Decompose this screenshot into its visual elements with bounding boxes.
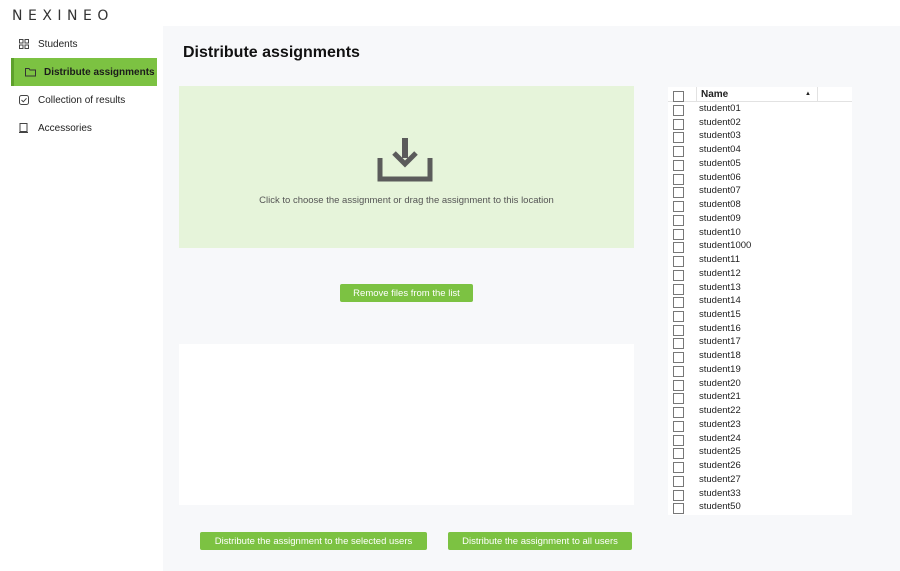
student-name: student27: [699, 473, 741, 485]
students-table: Name ▲ student01 student02 student03 studen…: [668, 87, 852, 515]
student-name: student26: [699, 460, 741, 472]
sidebar-item-label: Accessories: [38, 122, 92, 134]
student-name: student09: [699, 212, 741, 224]
student-name: student21: [699, 391, 741, 403]
student-name: student18: [699, 350, 741, 362]
table-row[interactable]: student10: [668, 226, 852, 240]
table-row[interactable]: student33: [668, 487, 852, 501]
sidebar-item-accessories[interactable]: Accessories: [0, 114, 163, 142]
table-row[interactable]: student50: [668, 500, 852, 515]
sidebar-item-label: Collection of results: [38, 94, 126, 106]
sidebar: NEXINEO Students Distribute assignments …: [0, 0, 163, 571]
assignment-dropzone[interactable]: Click to choose the assignment or drag t…: [179, 86, 634, 248]
table-row[interactable]: student17: [668, 335, 852, 350]
table-row[interactable]: student11: [668, 253, 852, 268]
distribute-all-button[interactable]: Distribute the assignment to all users: [448, 532, 632, 550]
sidebar-item-students[interactable]: Students: [0, 30, 163, 58]
table-row[interactable]: student08: [668, 198, 852, 213]
name-column-header[interactable]: Name ▲: [696, 87, 818, 102]
sidebar-item-label: Students: [38, 38, 78, 50]
table-row[interactable]: student19: [668, 363, 852, 377]
table-row[interactable]: student12: [668, 267, 852, 281]
student-name: student02: [699, 116, 741, 128]
grid-icon: [18, 38, 30, 50]
column-label: Name: [701, 89, 729, 100]
table-row[interactable]: student02: [668, 116, 852, 130]
student-name: student08: [699, 199, 741, 211]
table-row[interactable]: student23: [668, 418, 852, 432]
student-name: student16: [699, 322, 741, 334]
table-row[interactable]: student1000: [668, 239, 852, 254]
student-name: student22: [699, 405, 741, 417]
table-row[interactable]: student25: [668, 445, 852, 460]
table-row[interactable]: student13: [668, 281, 852, 295]
student-name: student20: [699, 377, 741, 389]
student-name: student03: [699, 130, 741, 142]
student-name: student19: [699, 363, 741, 375]
table-row[interactable]: student26: [668, 459, 852, 474]
check-square-icon: [18, 94, 30, 106]
dropzone-text: Click to choose the assignment or drag t…: [259, 195, 554, 206]
tablet-icon: [18, 122, 30, 134]
table-row[interactable]: student03: [668, 129, 852, 144]
distribute-selected-button[interactable]: Distribute the assignment to the selecte…: [200, 532, 427, 550]
folder-icon: [24, 66, 36, 78]
app-logo: NEXINEO: [12, 8, 114, 24]
student-name: student10: [699, 226, 741, 238]
table-body: student01 student02 student03 student04 stud…: [668, 102, 852, 515]
table-row[interactable]: student21: [668, 390, 852, 405]
table-row[interactable]: student06: [668, 171, 852, 185]
student-name: student11: [699, 254, 741, 266]
student-name: student05: [699, 157, 741, 169]
sidebar-item-collection-of-results[interactable]: Collection of results: [0, 86, 163, 114]
table-row[interactable]: student01: [668, 102, 852, 116]
main-panel: Distribute assignments Click to choose t…: [163, 26, 900, 571]
sidebar-item-distribute-assignments[interactable]: Distribute assignments: [11, 58, 157, 86]
table-row[interactable]: student15: [668, 308, 852, 323]
student-name: student14: [699, 295, 741, 307]
student-name: student17: [699, 336, 741, 348]
sort-ascending-icon: ▲: [805, 91, 811, 97]
file-list: [179, 344, 634, 505]
student-name: student25: [699, 446, 741, 458]
table-row[interactable]: student16: [668, 322, 852, 336]
student-name: student1000: [699, 240, 752, 252]
remove-files-button[interactable]: Remove files from the list: [340, 284, 473, 302]
table-header: Name ▲: [668, 87, 852, 102]
table-row[interactable]: student04: [668, 143, 852, 158]
table-row[interactable]: student07: [668, 184, 852, 199]
page-title: Distribute assignments: [183, 44, 360, 61]
student-name: student06: [699, 171, 741, 183]
student-name: student50: [699, 501, 741, 513]
student-name: student24: [699, 432, 741, 444]
student-name: student01: [699, 103, 741, 114]
table-row[interactable]: student20: [668, 377, 852, 391]
table-row[interactable]: student09: [668, 212, 852, 226]
table-row[interactable]: student14: [668, 294, 852, 309]
student-name: student12: [699, 267, 741, 279]
student-name: student23: [699, 418, 741, 430]
table-row[interactable]: student27: [668, 473, 852, 487]
student-name: student04: [699, 144, 741, 156]
table-row[interactable]: student18: [668, 349, 852, 364]
table-row[interactable]: student24: [668, 432, 852, 446]
student-name: student15: [699, 309, 741, 321]
table-row[interactable]: student05: [668, 157, 852, 171]
sidebar-nav: Students Distribute assignments Collecti…: [0, 30, 163, 142]
table-row[interactable]: student22: [668, 404, 852, 419]
download-icon: [377, 136, 433, 187]
student-name: student07: [699, 185, 741, 197]
student-name: student13: [699, 281, 741, 293]
student-name: student33: [699, 487, 741, 499]
row-checkbox[interactable]: [673, 501, 684, 519]
sidebar-item-label: Distribute assignments: [44, 66, 155, 78]
